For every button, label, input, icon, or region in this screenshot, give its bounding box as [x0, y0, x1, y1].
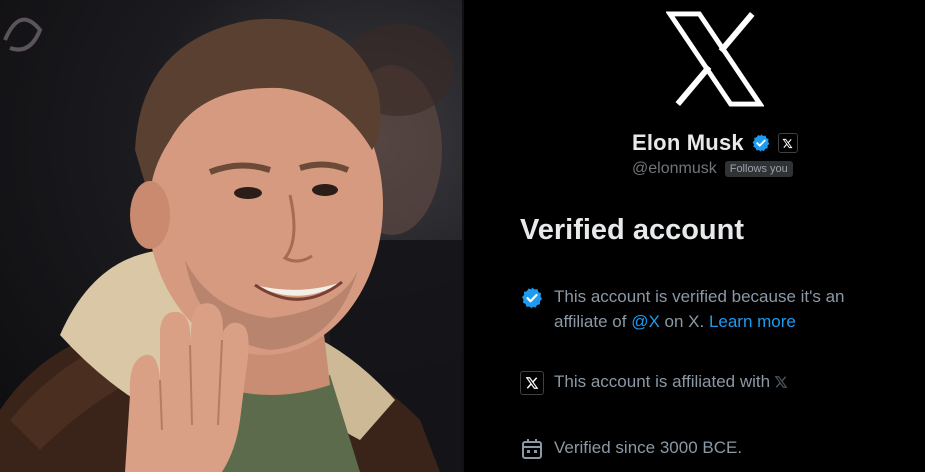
verification-reason-text: This account is verified because it's an… [554, 284, 884, 334]
profile-name-row: Elon Musk [632, 128, 798, 158]
verified-since-text: Verified since 3000 BCE. [554, 438, 743, 457]
x-affiliate-badge[interactable] [777, 133, 798, 153]
person-illustration [0, 17, 462, 472]
verified-since-row: Verified since 3000 BCE. [520, 435, 884, 461]
x-affiliate-icon-box [520, 371, 544, 395]
x-affiliate-icon [782, 138, 793, 148]
x-logo-icon [666, 11, 764, 107]
x-logo-icon[interactable] [774, 375, 788, 389]
profile-photo [0, 0, 462, 472]
affiliation-row: This account is affiliated with [520, 369, 884, 395]
verification-panel: Elon Musk @elonmusk Follows you Verified… [464, 0, 925, 472]
x-affiliate-icon [525, 377, 539, 389]
reason-suffix: on X. [659, 312, 709, 331]
learn-more-link[interactable]: Learn more [709, 312, 796, 331]
affiliation-text: This account is affiliated with [554, 369, 884, 394]
follows-you-badge: Follows you [724, 161, 793, 177]
affiliated-with-text: This account is affiliated with [554, 372, 771, 391]
handle-row: @elonmusk Follows you [632, 160, 793, 178]
calendar-icon [522, 439, 542, 459]
page-title: Verified account [520, 214, 745, 246]
username-handle[interactable]: @elonmusk [632, 160, 717, 178]
affiliate-link[interactable]: @X [631, 312, 660, 331]
verified-badge-icon[interactable] [751, 133, 771, 153]
verified-badge-icon [522, 287, 542, 309]
display-name[interactable]: Elon Musk [632, 130, 744, 156]
verification-reason-row: This account is verified because it's an… [520, 284, 884, 334]
